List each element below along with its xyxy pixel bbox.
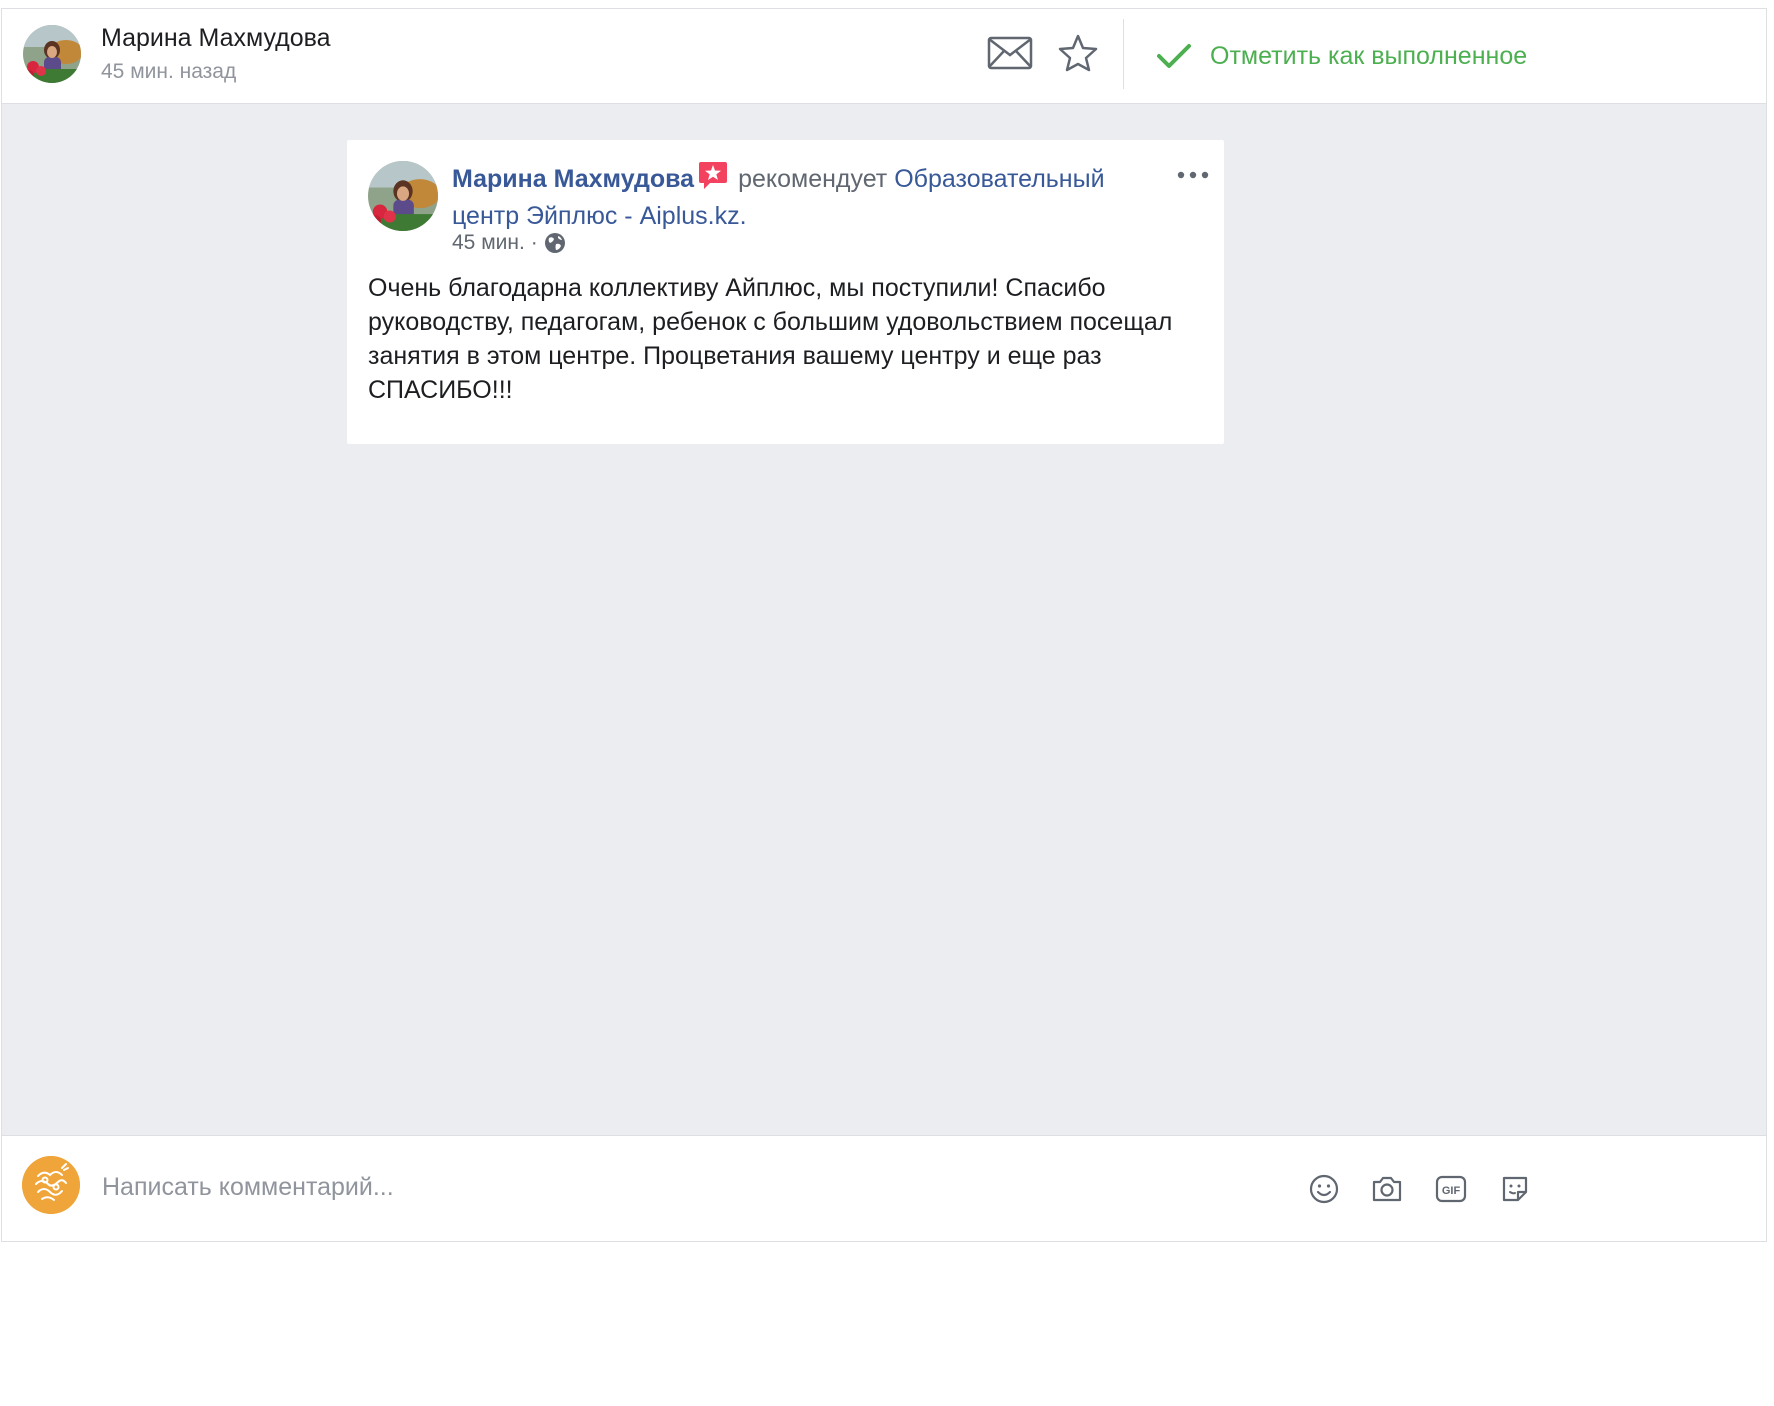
sticker-icon[interactable]: [1498, 1172, 1532, 1206]
mail-icon[interactable]: [987, 36, 1033, 70]
emoji-icon[interactable]: [1307, 1172, 1341, 1206]
review-post: Марина Махмудова рекомендует Образователь…: [347, 140, 1224, 444]
post-headline: Марина Махмудова рекомендует Образователь…: [452, 160, 1152, 233]
comment-composer: GIF: [2, 1135, 1766, 1241]
page-avatar[interactable]: [22, 1156, 80, 1214]
camera-icon[interactable]: [1370, 1172, 1404, 1206]
svg-text:GIF: GIF: [1442, 1185, 1461, 1197]
globe-icon[interactable]: [544, 232, 566, 254]
mark-done-label: Отметить как выполненное: [1210, 41, 1528, 70]
post-text: Очень благодарна коллективу Айплюс, мы п…: [368, 274, 1173, 404]
review-time: 45 мин. назад: [101, 60, 237, 83]
recommend-action: рекомендует: [738, 165, 888, 193]
more-options-button[interactable]: [1176, 164, 1210, 186]
author-link[interactable]: Марина Махмудова: [452, 165, 694, 193]
post-avatar[interactable]: [368, 161, 438, 231]
avatar-photo: [368, 161, 438, 231]
post-time[interactable]: 45 мин.: [452, 231, 525, 255]
star-icon[interactable]: [1058, 34, 1098, 72]
recommendation-badge-icon: [698, 160, 728, 199]
header-divider: [1123, 19, 1124, 89]
more-icon: [1177, 171, 1209, 179]
mark-done-button[interactable]: Отметить как выполненное: [1156, 36, 1527, 76]
avatar-photo: [23, 25, 81, 83]
avatar[interactable]: [23, 25, 81, 83]
post-meta: 45 мин. ·: [452, 231, 566, 255]
page-logo-icon: [22, 1156, 80, 1214]
review-header: Марина Махмудова 45 мин. назад Отметить …: [2, 9, 1766, 104]
comment-input[interactable]: [100, 1166, 704, 1208]
check-icon: [1157, 44, 1191, 68]
gif-icon[interactable]: GIF: [1434, 1172, 1468, 1206]
meta-separator: ·: [530, 231, 538, 254]
review-panel: Марина Махмудова 45 мин. назад Отметить …: [1, 8, 1767, 1242]
reviewer-name[interactable]: Марина Махмудова: [101, 24, 331, 53]
